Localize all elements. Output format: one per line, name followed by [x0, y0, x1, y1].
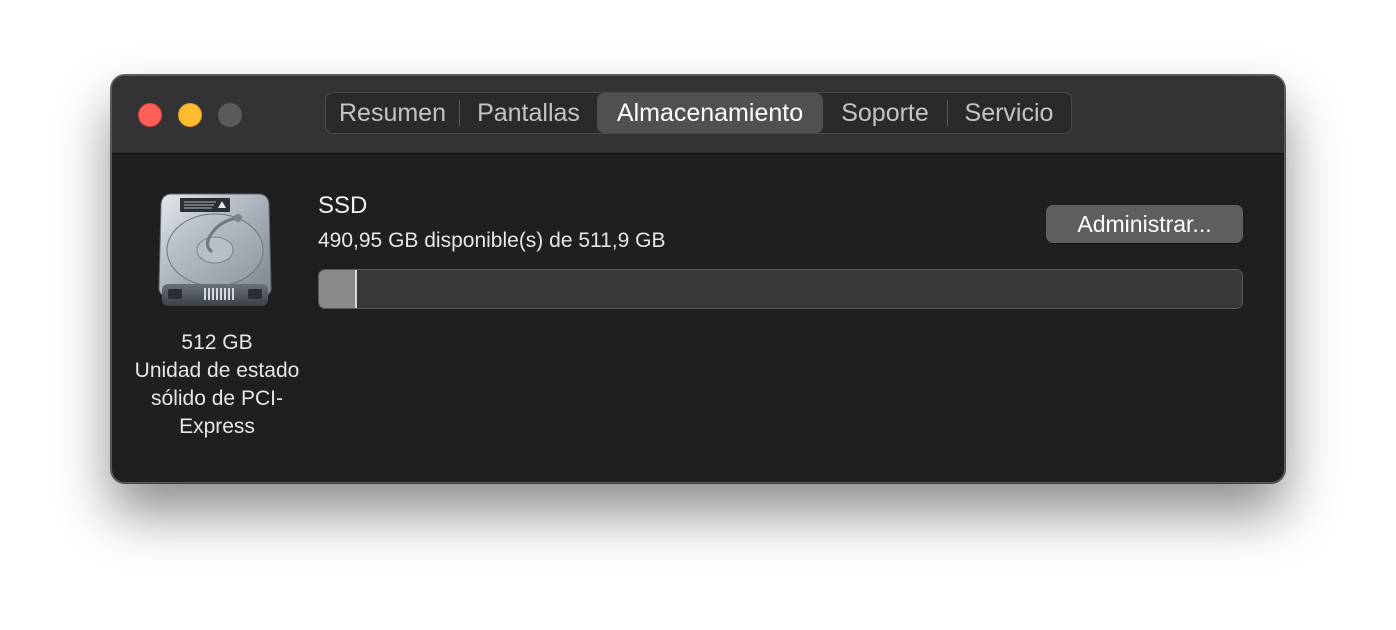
drive-capacity: 512 GB — [181, 331, 253, 354]
zoom-button — [218, 103, 242, 127]
storage-used-segment — [319, 270, 357, 308]
minimize-button[interactable] — [178, 103, 202, 127]
tab-pantallas[interactable]: Pantallas — [460, 93, 597, 133]
storage-window: Resumen Pantallas Almacenamiento Soporte… — [111, 75, 1285, 483]
hard-drive-icon — [158, 192, 272, 312]
tab-almacenamiento[interactable]: Almacenamiento — [597, 93, 823, 133]
close-button[interactable] — [138, 103, 162, 127]
titlebar: Resumen Pantallas Almacenamiento Soporte… — [112, 76, 1284, 154]
tab-servicio[interactable]: Servicio — [948, 93, 1070, 133]
storage-content: 512 GB Unidad de estado sólido de PCI- E… — [112, 154, 1284, 482]
volume-name: SSD — [318, 192, 368, 219]
drive-type-line: sólido de PCI- — [151, 387, 283, 410]
tab-soporte[interactable]: Soporte — [823, 93, 947, 133]
manage-button[interactable]: Administrar... — [1046, 205, 1243, 243]
volume-availability: 490,95 GB disponible(s) de 511,9 GB — [318, 229, 666, 252]
drive-caption: 512 GB Unidad de estado sólido de PCI- E… — [112, 329, 322, 441]
drive-type-line: Unidad de estado — [134, 359, 300, 382]
tab-resumen[interactable]: Resumen — [326, 93, 459, 133]
drive-type-line: Express — [179, 415, 255, 438]
tab-bar: Resumen Pantallas Almacenamiento Soporte… — [325, 92, 1072, 134]
storage-usage-bar — [318, 269, 1243, 309]
